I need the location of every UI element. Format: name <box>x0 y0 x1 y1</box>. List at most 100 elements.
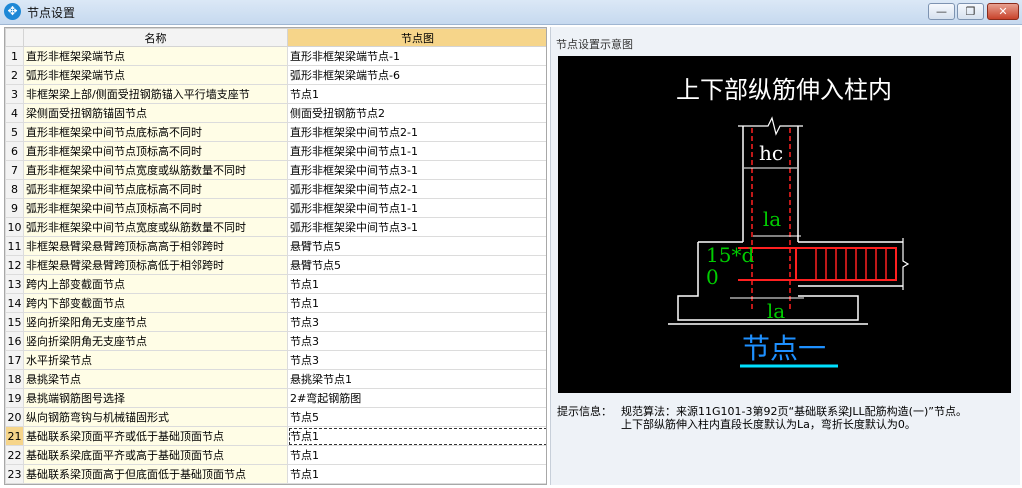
table-row[interactable]: 13 跨内上部变截面节点 节点1 <box>5 274 546 294</box>
row-number[interactable]: 13 <box>5 274 24 294</box>
row-name-cell: 基础联系梁顶面高于但底面低于基础顶面节点 <box>23 464 288 484</box>
row-number[interactable]: 14 <box>5 293 24 313</box>
name-column-header[interactable]: 名称 <box>23 28 288 47</box>
table-row[interactable]: 23 基础联系梁顶面高于但底面低于基础顶面节点 节点1 <box>5 464 546 484</box>
table-row[interactable]: 5 直形非框架梁中间节点底标高不同时 直形非框架梁中间节点2-1 <box>5 122 546 142</box>
maximize-button[interactable]: ❐ <box>957 3 984 20</box>
row-node-value-cell[interactable]: 弧形非框架梁中间节点2-1 <box>287 179 546 199</box>
row-name-cell: 竖向折梁阴角无支座节点 <box>23 331 288 351</box>
row-name-cell: 基础联系梁顶面平齐或低于基础顶面节点 <box>23 426 288 446</box>
table-row[interactable]: 8 弧形非框架梁中间节点底标高不同时 弧形非框架梁中间节点2-1 <box>5 179 546 199</box>
row-node-value-cell[interactable]: 节点3 <box>287 350 546 370</box>
table-row[interactable]: 16 竖向折梁阴角无支座节点 节点3 <box>5 331 546 351</box>
table-row[interactable]: 18 悬挑梁节点 悬挑梁节点1 <box>5 369 546 389</box>
grid-header-row: 名称 节点图 <box>5 28 546 47</box>
node-settings-grid[interactable]: 名称 节点图 1 直形非框架梁端节点 直形非框架梁端节点-1 2 弧形非框架梁端节点 弧形… <box>4 27 547 485</box>
row-name-cell: 弧形非框架梁中间节点宽度或纵筋数量不同时 <box>23 217 288 237</box>
table-row[interactable]: 9 弧形非框架梁中间节点顶标高不同时 弧形非框架梁中间节点1-1 <box>5 198 546 218</box>
row-name-cell: 悬挑梁节点 <box>23 369 288 389</box>
row-node-value-cell[interactable]: 节点5 <box>287 407 546 427</box>
table-row[interactable]: 19 悬挑端钢筋图号选择 2#弯起钢筋图 <box>5 388 546 408</box>
row-name-cell: 非框架悬臂梁悬臂跨顶标高低于相邻跨时 <box>23 255 288 275</box>
row-number[interactable]: 18 <box>5 369 24 389</box>
zero-label: 0 <box>706 265 719 289</box>
row-name-cell: 纵向钢筋弯钩与机械锚固形式 <box>23 407 288 427</box>
minimize-button[interactable]: — <box>928 3 955 20</box>
row-node-value-cell[interactable]: 悬臂节点5 <box>287 236 546 256</box>
row-node-value-cell[interactable]: 节点3 <box>287 312 546 332</box>
table-row[interactable]: 12 非框架悬臂梁悬臂跨顶标高低于相邻跨时 悬臂节点5 <box>5 255 546 275</box>
beam-stirrups <box>815 248 887 280</box>
diagram-title: 上下部纵筋伸入柱内 <box>676 76 892 104</box>
table-row[interactable]: 15 竖向折梁阳角无支座节点 节点3 <box>5 312 546 332</box>
row-number[interactable]: 11 <box>5 236 24 256</box>
row-node-value-cell[interactable]: 直形非框架梁端节点-1 <box>287 46 546 66</box>
table-row[interactable]: 14 跨内下部变截面节点 节点1 <box>5 293 546 313</box>
table-row[interactable]: 3 非框架梁上部/侧面受扭钢筋锚入平行墙支座节 节点1 <box>5 84 546 104</box>
row-number[interactable]: 12 <box>5 255 24 275</box>
beam-break-mark <box>902 238 910 290</box>
row-name-cell: 水平折梁节点 <box>23 350 288 370</box>
row-number[interactable]: 17 <box>5 350 24 370</box>
row-number[interactable]: 20 <box>5 407 24 427</box>
row-name-cell: 直形非框架梁端节点 <box>23 46 288 66</box>
row-node-value-cell[interactable]: 悬臂节点5 <box>287 255 546 275</box>
table-row[interactable]: 17 水平折梁节点 节点3 <box>5 350 546 370</box>
window-title: 节点设置 <box>27 6 76 20</box>
row-node-value-cell[interactable]: 节点1 <box>287 293 546 313</box>
row-number[interactable]: 15 <box>5 312 24 332</box>
row-number[interactable]: 9 <box>5 198 24 218</box>
row-node-value-cell[interactable]: 节点1 <box>287 274 546 294</box>
row-name-cell: 基础联系梁底面平齐或高于基础顶面节点 <box>23 445 288 465</box>
row-number[interactable]: 2 <box>5 65 24 85</box>
row-node-value-cell[interactable]: 弧形非框架梁中间节点1-1 <box>287 198 546 218</box>
row-number[interactable]: 23 <box>5 464 24 484</box>
table-row[interactable]: 7 直形非框架梁中间节点宽度或纵筋数量不同时 直形非框架梁中间节点3-1 <box>5 160 546 180</box>
row-node-value-cell[interactable]: 直形非框架梁中间节点1-1 <box>287 141 546 161</box>
table-row[interactable]: 20 纵向钢筋弯钩与机械锚固形式 节点5 <box>5 407 546 427</box>
table-row[interactable]: 10 弧形非框架梁中间节点宽度或纵筋数量不同时 弧形非框架梁中间节点3-1 <box>5 217 546 237</box>
row-number[interactable]: 22 <box>5 445 24 465</box>
table-row[interactable]: 2 弧形非框架梁端节点 弧形非框架梁端节点-6 <box>5 65 546 85</box>
row-name-cell: 直形非框架梁中间节点宽度或纵筋数量不同时 <box>23 160 288 180</box>
table-row[interactable]: 4 梁侧面受扭钢筋锚固节点 侧面受扭钢筋节点2 <box>5 103 546 123</box>
la-bottom-label: la <box>767 299 785 323</box>
table-row[interactable]: 22 基础联系梁底面平齐或高于基础顶面节点 节点1 <box>5 445 546 465</box>
row-number[interactable]: 16 <box>5 331 24 351</box>
row-node-value-cell[interactable]: 弧形非框架梁中间节点3-1 <box>287 217 546 237</box>
row-number[interactable]: 1 <box>5 46 24 66</box>
row-node-value-cell[interactable]: 节点3 <box>287 331 546 351</box>
row-number[interactable]: 10 <box>5 217 24 237</box>
row-number-header <box>5 28 24 47</box>
row-number[interactable]: 21 <box>5 426 24 446</box>
table-row[interactable]: 11 非框架悬臂梁悬臂跨顶标高高于相邻跨时 悬臂节点5 <box>5 236 546 256</box>
row-number[interactable]: 6 <box>5 141 24 161</box>
info-line-1: 规范算法：来源11G101-3第92页“基础联系梁JLL配筋构造(一)”节点。 <box>621 405 967 418</box>
node-diagram-column-header[interactable]: 节点图 <box>287 28 546 47</box>
node-caption: 节点一 <box>742 332 826 365</box>
row-number[interactable]: 7 <box>5 160 24 180</box>
table-row[interactable]: 1 直形非框架梁端节点 直形非框架梁端节点-1 <box>5 46 546 66</box>
table-row[interactable]: 6 直形非框架梁中间节点顶标高不同时 直形非框架梁中间节点1-1 <box>5 141 546 161</box>
row-node-value-cell[interactable]: 直形非框架梁中间节点2-1 <box>287 122 546 142</box>
row-number[interactable]: 5 <box>5 122 24 142</box>
row-node-value-cell[interactable]: 节点1 <box>287 464 546 484</box>
row-node-value-cell[interactable]: 悬挑梁节点1 <box>287 369 546 389</box>
row-node-value-cell[interactable]: 2#弯起钢筋图 <box>287 388 546 408</box>
row-node-value-cell[interactable]: 直形非框架梁中间节点3-1 <box>287 160 546 180</box>
row-node-value-cell[interactable]: 侧面受扭钢筋节点2 <box>287 103 546 123</box>
table-row[interactable]: 21 基础联系梁顶面平齐或低于基础顶面节点 节点1 <box>5 426 546 446</box>
row-node-value-cell[interactable]: 弧形非框架梁端节点-6 <box>287 65 546 85</box>
row-node-value-cell[interactable]: 节点1 <box>287 84 546 104</box>
row-node-value-cell[interactable]: 节点1 <box>287 445 546 465</box>
close-button[interactable]: ✕ <box>987 3 1019 20</box>
row-number[interactable]: 19 <box>5 388 24 408</box>
row-number[interactable]: 3 <box>5 84 24 104</box>
row-name-cell: 梁侧面受扭钢筋锚固节点 <box>23 103 288 123</box>
row-node-value-cell[interactable]: 节点1 <box>287 426 546 446</box>
row-name-cell: 直形非框架梁中间节点底标高不同时 <box>23 122 288 142</box>
row-name-cell: 弧形非框架梁中间节点底标高不同时 <box>23 179 288 199</box>
row-number[interactable]: 4 <box>5 103 24 123</box>
row-number[interactable]: 8 <box>5 179 24 199</box>
row-name-cell: 弧形非框架梁端节点 <box>23 65 288 85</box>
